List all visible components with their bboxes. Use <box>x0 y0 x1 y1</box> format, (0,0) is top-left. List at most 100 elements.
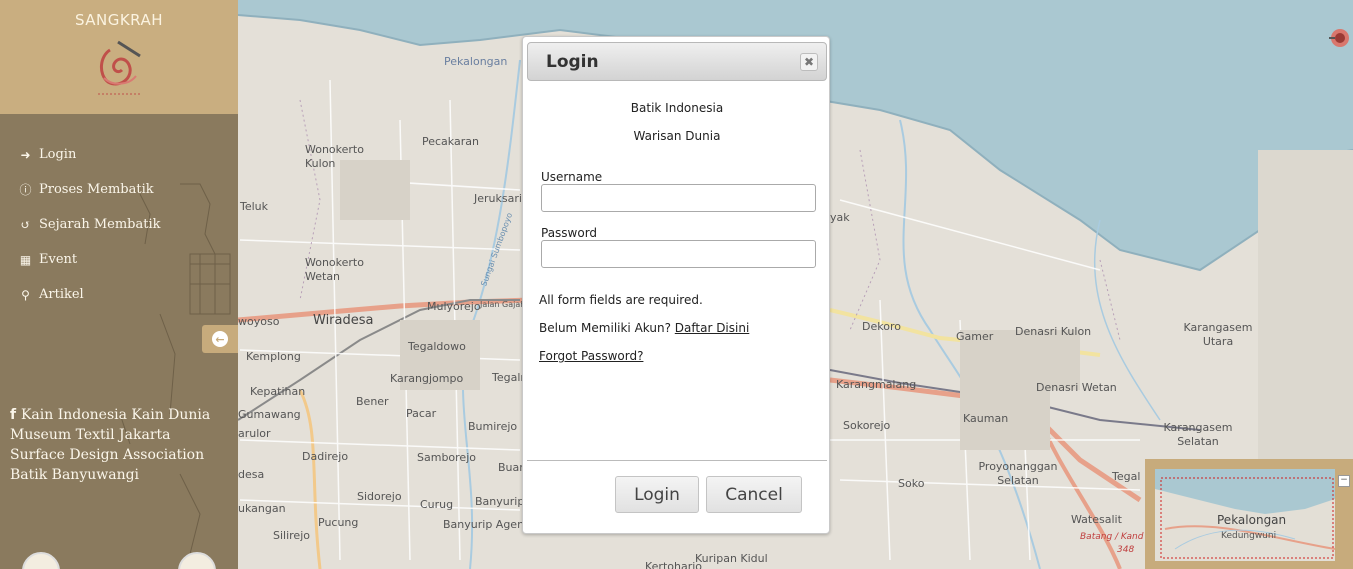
sidebar-item-label: Sejarah Membatik <box>39 217 161 232</box>
dialog-divider <box>527 460 827 461</box>
close-button[interactable]: ✖ <box>800 53 818 71</box>
sign-in-icon: ➜ <box>20 147 31 162</box>
register-prompt: Belum Memiliki Akun? Daftar Disini <box>539 321 749 335</box>
map-label: Curug <box>420 498 454 511</box>
brand-title: SANGKRAH <box>74 11 164 29</box>
sidebar-item-sejarah-membatik[interactable]: ↺ Sejarah Membatik <box>12 207 161 242</box>
map-label: Karangjompo <box>390 372 464 385</box>
map-label: Kauman <box>963 412 1009 425</box>
minimap[interactable]: Pekalongan Kedungwuni <box>1145 459 1353 569</box>
username-label: Username <box>541 170 603 184</box>
minimap-label: Pekalongan <box>1217 513 1287 527</box>
map-label: arulor <box>238 427 271 440</box>
map-label: Teluk <box>240 200 269 213</box>
arrow-left-icon: ← <box>212 331 228 347</box>
partner-logos <box>22 552 216 569</box>
map-label: Banyurip Ageng <box>443 518 532 531</box>
map-label: Buar <box>498 461 524 474</box>
map-label: Karangasem Utara <box>1183 321 1253 348</box>
external-link[interactable]: Batik Banyuwangi <box>10 465 210 485</box>
facebook-icon: f <box>10 407 21 423</box>
map-label: Mulyorejo <box>427 300 481 313</box>
map-label: Tegaldowo <box>408 340 466 353</box>
external-link[interactable]: f Kain Indonesia Kain Dunia <box>10 405 210 425</box>
dialog-title: Login <box>546 52 599 72</box>
map-label: Soko <box>898 477 925 490</box>
map-label: Pecakaran <box>422 135 479 148</box>
register-link[interactable]: Daftar Disini <box>675 321 750 335</box>
map-label: Sokorejo <box>843 419 891 432</box>
password-input[interactable] <box>541 240 816 268</box>
sidebar-item-label: Artikel <box>39 287 84 302</box>
sidebar-item-label: Event <box>39 252 78 267</box>
map-label: Gumawang <box>238 408 301 421</box>
locate-icon[interactable] <box>1327 26 1351 50</box>
map-label: Dekoro <box>862 320 901 333</box>
map-label: Gamer <box>956 330 994 343</box>
sidebar-header: SANGKRAH <box>0 0 238 114</box>
map-label: Sidorejo <box>357 490 402 503</box>
info-icon: ⓘ <box>19 183 32 197</box>
password-label: Password <box>541 226 598 240</box>
minimap-toggle-button[interactable]: − <box>1338 475 1350 487</box>
partner-logo[interactable] <box>178 552 216 569</box>
map-label: desa <box>238 468 265 481</box>
map-label: Watesalit <box>1071 513 1122 526</box>
map-label: Bumirejo <box>468 420 518 433</box>
partner-logo[interactable] <box>100 552 138 569</box>
map-label: Tegal <box>1112 470 1141 483</box>
sidebar-item-event[interactable]: ▦ Event <box>12 242 161 277</box>
map-label: Jalan Gajah <box>480 300 526 309</box>
login-button[interactable]: Login <box>615 476 699 513</box>
map-label: Pekalongan <box>444 55 508 68</box>
forgot-password-row: Forgot Password? <box>539 349 643 363</box>
minimap-sublabel: Kedungwuni <box>1221 531 1277 541</box>
map-label: Bener <box>356 395 389 408</box>
partner-logo[interactable] <box>22 552 60 569</box>
map-label: Wonokerto Kulon <box>305 143 364 170</box>
map-label: Wiradesa <box>313 313 374 328</box>
map-label: 348 <box>1117 545 1135 555</box>
sangkrah-logo-icon <box>98 40 142 95</box>
external-link[interactable]: Surface Design Association <box>10 445 210 465</box>
calendar-icon: ▦ <box>19 252 32 267</box>
sidebar-item-artikel[interactable]: ⚲ Artikel <box>12 277 161 312</box>
map-label: Jeruksari <box>474 192 522 205</box>
map-label: Banyurip <box>475 495 525 508</box>
paperclip-icon: ⚲ <box>21 287 30 302</box>
map-label: ukangan <box>238 502 286 515</box>
map-label: Pucung <box>318 516 359 529</box>
map-label: Kepatihan <box>250 385 306 398</box>
forgot-password-link[interactable]: Forgot Password? <box>539 349 643 363</box>
dialog-titlebar[interactable]: Login ✖ <box>527 42 827 81</box>
external-links: f Kain Indonesia Kain Dunia Museum Texti… <box>10 405 210 485</box>
external-link[interactable]: Museum Textil Jakarta <box>10 425 210 445</box>
username-input[interactable] <box>541 184 816 212</box>
sidebar-menu: ➜ Login ⓘ Proses Membatik ↺ Sejarah Memb… <box>12 137 161 312</box>
map-label: Wonokerto Wetan <box>305 256 364 283</box>
required-note: All form fields are required. <box>539 293 703 307</box>
register-text: Belum Memiliki Akun? <box>539 321 671 335</box>
map-label: Kemplong <box>246 350 301 363</box>
map-label: Denasri Wetan <box>1036 381 1117 394</box>
map-label: Karangasem Selatan <box>1163 421 1233 448</box>
map-label: Proyonanggan Selatan <box>978 460 1058 487</box>
map-label: Kuripan Kidul <box>695 552 768 565</box>
collapse-sidebar-button[interactable]: ← <box>202 325 238 353</box>
sidebar-item-proses-membatik[interactable]: ⓘ Proses Membatik <box>12 172 161 207</box>
map-label: Samborejo <box>417 451 476 464</box>
close-icon: ✖ <box>803 55 815 69</box>
sidebar-item-label: Proses Membatik <box>39 182 154 197</box>
sidebar-item-login[interactable]: ➜ Login <box>12 137 161 172</box>
dialog-subtitle: Batik Indonesia <box>630 101 724 115</box>
sidebar: SANGKRAH ➜ Login ⓘ Proses Membatik ↺ Sej… <box>0 0 238 569</box>
map-label: Kertoharjo <box>645 560 703 569</box>
map-label: Denasri Kulon <box>1015 325 1092 338</box>
map-label: Dadirejo <box>302 450 349 463</box>
map-label: Batang / Kand <box>1080 532 1144 542</box>
dialog-subtitle: Warisan Dunia <box>633 129 721 143</box>
history-icon: ↺ <box>20 217 31 232</box>
cancel-button[interactable]: Cancel <box>706 476 802 513</box>
map-label: yak <box>830 211 850 224</box>
login-dialog: Login ✖ Batik Indonesia Warisan Dunia Us… <box>522 36 830 534</box>
